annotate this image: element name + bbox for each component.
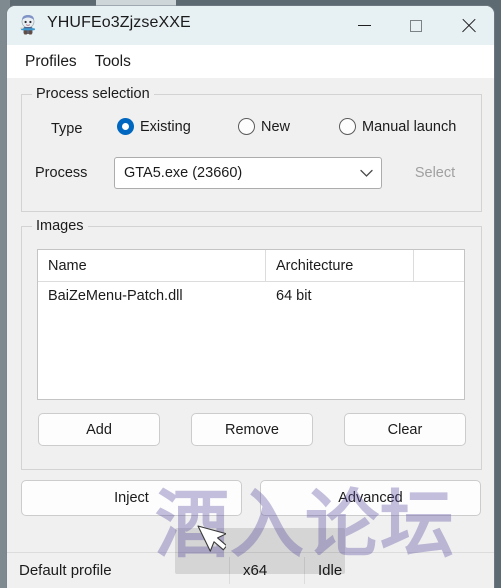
status-separator-2 [304, 557, 305, 584]
inject-button[interactable]: Inject [21, 480, 242, 516]
radio-manual-launch-label: Manual launch [362, 118, 457, 135]
cell-image-name: BaiZeMenu-Patch.dll [48, 288, 183, 304]
table-row[interactable]: BaiZeMenu-Patch.dll 64 bit [38, 282, 464, 310]
radio-new[interactable]: New [238, 118, 290, 135]
maximize-button[interactable] [390, 6, 442, 45]
type-label: Type [51, 121, 83, 137]
radio-existing[interactable]: Existing [117, 118, 191, 135]
status-profile: Default profile [19, 562, 112, 579]
column-header-architecture[interactable]: Architecture [266, 250, 414, 281]
images-group: Images Name Architecture BaiZeMenu-Patch… [21, 218, 482, 470]
select-process-button[interactable]: Select [394, 157, 476, 189]
radio-new-mark [238, 118, 255, 135]
process-combobox-value: GTA5.exe (23660) [124, 165, 243, 181]
advanced-button[interactable]: Advanced [260, 480, 481, 516]
chevron-down-icon [351, 169, 381, 178]
maximize-icon [410, 19, 422, 32]
minimize-icon [357, 25, 371, 26]
window-title: YHUFEo3ZjzseXXE [47, 14, 191, 31]
radio-existing-mark [117, 118, 134, 135]
screen: YHUFEo3ZjzseXXE Profiles Tools Process s… [0, 0, 501, 588]
process-label: Process [35, 165, 88, 181]
radio-existing-label: Existing [140, 118, 191, 135]
clear-images-button[interactable]: Clear [344, 413, 466, 446]
column-header-name[interactable]: Name [38, 250, 266, 281]
menu-bar: Profiles Tools [7, 45, 494, 78]
radio-new-label: New [261, 118, 291, 135]
minimize-button[interactable] [338, 6, 390, 45]
status-separator-1 [229, 557, 230, 584]
images-legend: Images [32, 218, 88, 234]
status-architecture: x64 [243, 562, 268, 579]
title-bar: YHUFEo3ZjzseXXE [7, 6, 494, 45]
radio-manual-launch-mark [339, 118, 356, 135]
add-image-button[interactable]: Add [38, 413, 160, 446]
status-state: Idle [318, 562, 343, 579]
cell-image-architecture: 64 bit [276, 288, 312, 304]
images-listview-header: Name Architecture [38, 250, 464, 282]
app-mascot-icon [17, 14, 39, 36]
process-selection-legend: Process selection [32, 86, 154, 102]
client-area: Process selection Type Existing New Manu… [7, 78, 494, 588]
close-icon [461, 18, 476, 33]
close-button[interactable] [442, 6, 494, 45]
process-selection-group: Process selection Type Existing New Manu… [21, 86, 482, 212]
menu-item-profiles[interactable]: Profiles [16, 50, 86, 74]
menu-item-tools[interactable]: Tools [86, 50, 140, 74]
process-combobox[interactable]: GTA5.exe (23660) [114, 157, 382, 189]
window-controls [338, 6, 494, 45]
radio-manual-launch[interactable]: Manual launch [339, 118, 456, 135]
remove-image-button[interactable]: Remove [191, 413, 313, 446]
column-header-extra[interactable] [414, 250, 464, 281]
status-bar: Default profile x64 Idle [7, 552, 494, 588]
images-listview[interactable]: Name Architecture BaiZeMenu-Patch.dll 64… [37, 249, 465, 400]
app-window: YHUFEo3ZjzseXXE Profiles Tools Process s… [7, 6, 494, 588]
